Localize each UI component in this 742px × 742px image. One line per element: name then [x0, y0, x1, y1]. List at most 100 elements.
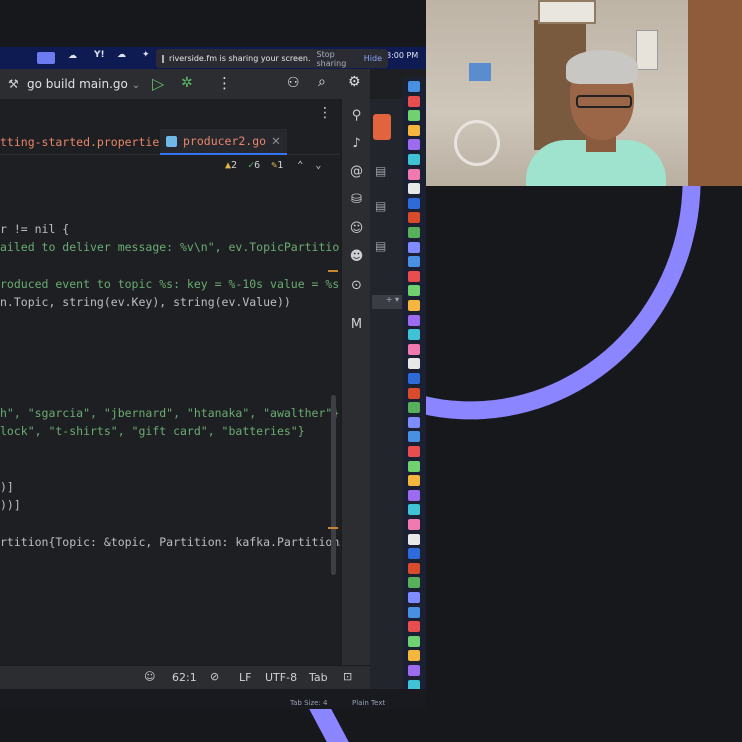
- code-line: roduced event to topic %s: key = %-10s v…: [0, 277, 340, 291]
- indent-setting[interactable]: Tab: [309, 671, 328, 684]
- dock-app-icon[interactable]: [408, 241, 420, 253]
- run-config-selector[interactable]: go build main.go ⌄: [27, 77, 140, 91]
- tab-label: producer2.go: [183, 134, 267, 148]
- dock-app-icon[interactable]: [408, 504, 420, 516]
- chevron-up-icon[interactable]: ⌃: [297, 160, 303, 171]
- window: [538, 0, 596, 24]
- dock-app-icon[interactable]: [408, 256, 420, 268]
- dock-app-icon[interactable]: [408, 621, 420, 633]
- wall-poster: [469, 63, 491, 81]
- orange-button[interactable]: [373, 114, 391, 140]
- notifications-icon[interactable]: ♪: [348, 135, 365, 152]
- dock-app-icon[interactable]: [408, 650, 420, 662]
- dock-app-icon[interactable]: [408, 197, 420, 209]
- yi-icon[interactable]: Y!: [94, 50, 105, 60]
- dock-app-icon[interactable]: [408, 519, 420, 530]
- dock-app-icon[interactable]: [408, 270, 420, 282]
- dock-app-icon[interactable]: [408, 314, 420, 326]
- structure-icon[interactable]: ⚲: [348, 107, 365, 124]
- dock-app-icon[interactable]: [408, 402, 420, 414]
- copilot-status-icon[interactable]: ☺: [144, 670, 155, 683]
- code-editor[interactable]: ▲2 ✓6 ✎1 ⌃ ⌄ r != nil { ailed to deliver…: [0, 155, 340, 665]
- dock-app-icon[interactable]: [408, 110, 420, 122]
- debug-icon[interactable]: ✲: [181, 75, 193, 91]
- dock-app-icon[interactable]: [408, 533, 420, 545]
- lock-icon[interactable]: ⊡: [343, 670, 352, 683]
- right-door: [688, 0, 742, 186]
- copilot-chat-icon[interactable]: ☻: [348, 248, 365, 265]
- ai-assistant-icon[interactable]: @: [348, 163, 365, 180]
- hide-button[interactable]: Hide: [358, 51, 388, 66]
- dock-app-icon[interactable]: [408, 446, 420, 457]
- pin-icon[interactable]: ✦: [142, 50, 150, 60]
- code-line: rtition{Topic: &topic, Partition: kafka.…: [0, 535, 340, 549]
- inspection-widget[interactable]: ▲2 ✓6 ✎1 ⌃ ⌄: [225, 160, 321, 171]
- dock-app-icon[interactable]: [408, 168, 420, 180]
- dock-app-icon[interactable]: [408, 489, 420, 501]
- database-icon[interactable]: ⛁: [348, 191, 365, 208]
- dock-app-icon[interactable]: [408, 300, 420, 311]
- dock-app-icon[interactable]: [408, 475, 420, 487]
- dock-app-icon[interactable]: [408, 562, 420, 574]
- no-ai-icon[interactable]: ⊘: [210, 670, 219, 683]
- cursor-position[interactable]: 62:1: [172, 671, 197, 684]
- code-line: h", "sgarcia", "jbernard", "htanaka", "a…: [0, 406, 340, 420]
- dock-app-icon[interactable]: [408, 635, 420, 647]
- dropdown-icon[interactable]: + ▾: [372, 295, 402, 309]
- run-config-label: go build main.go: [27, 77, 128, 91]
- file-icon: ▤: [375, 164, 387, 178]
- tab-properties[interactable]: tting-started.properties: [0, 129, 166, 155]
- dock-app-icon[interactable]: [408, 154, 420, 165]
- display-icon[interactable]: [37, 52, 55, 64]
- file-encoding[interactable]: UTF-8: [265, 671, 297, 684]
- run-icon[interactable]: ▷: [152, 74, 164, 93]
- cloud-icon[interactable]: ☁: [117, 50, 126, 60]
- dock-app-icon[interactable]: [408, 592, 420, 603]
- copilot-icon[interactable]: ☺: [348, 220, 365, 237]
- dock-app-icon[interactable]: [408, 387, 420, 399]
- status-bar: ☺ 62:1 ⊘ LF UTF-8 Tab ⊡: [0, 665, 370, 689]
- wall-poster: [636, 30, 658, 70]
- syntax-mode: Plain Text: [352, 699, 386, 707]
- stop-sharing-button[interactable]: Stop sharing: [311, 47, 358, 71]
- dock-app-icon[interactable]: [408, 577, 420, 589]
- more-icon[interactable]: ⋮: [217, 74, 232, 92]
- endpoints-icon[interactable]: ⊙: [348, 277, 365, 294]
- more-vertical-icon[interactable]: ⋮: [318, 105, 332, 121]
- add-user-icon[interactable]: ⚇: [287, 75, 300, 91]
- tab-producer2[interactable]: producer2.go ✕: [160, 129, 287, 155]
- dock-app-icon[interactable]: [408, 373, 420, 384]
- tab-label: tting-started.properties: [0, 135, 167, 149]
- dock-app-icon[interactable]: [408, 416, 420, 428]
- dock-app-icon[interactable]: [408, 212, 420, 224]
- dock-app-icon[interactable]: [408, 139, 420, 151]
- tab-size: Tab Size: 4: [290, 699, 328, 707]
- dock-app-icon[interactable]: [408, 285, 420, 297]
- dock-app-icon[interactable]: [408, 124, 420, 136]
- change-marker: [328, 270, 338, 272]
- dock-app-icon[interactable]: [408, 329, 420, 341]
- line-separator[interactable]: LF: [239, 671, 251, 684]
- dock-app-icon[interactable]: [408, 227, 420, 238]
- editor-scrollbar[interactable]: [331, 395, 336, 575]
- settings-icon[interactable]: ⚙: [348, 74, 361, 90]
- dock-app-icon[interactable]: [408, 460, 420, 472]
- search-icon[interactable]: ⌕: [318, 74, 326, 90]
- weak-warning-count: 6: [254, 160, 261, 171]
- dock-app-icon[interactable]: [408, 548, 420, 560]
- dock-app-icon[interactable]: [408, 81, 420, 92]
- dock-app-icon[interactable]: [408, 343, 420, 355]
- dock-app-icon[interactable]: [408, 183, 420, 195]
- chevron-down-icon[interactable]: ⌄: [315, 160, 321, 171]
- dock-app-icon[interactable]: [408, 431, 420, 443]
- gmail-icon[interactable]: M: [348, 316, 365, 333]
- dock-app-icon[interactable]: [408, 606, 420, 618]
- warning-count: 2: [231, 160, 238, 171]
- editor-tabs: tting-started.properties producer2.go ✕: [0, 129, 340, 155]
- cloud-upload-icon[interactable]: ☁: [68, 51, 77, 61]
- dock-app-icon[interactable]: [408, 665, 420, 676]
- close-icon[interactable]: ✕: [271, 134, 281, 148]
- dock-app-icon[interactable]: [408, 358, 420, 370]
- code-line: n.Topic, string(ev.Key), string(ev.Value…: [0, 295, 291, 309]
- dock-app-icon[interactable]: [408, 95, 420, 107]
